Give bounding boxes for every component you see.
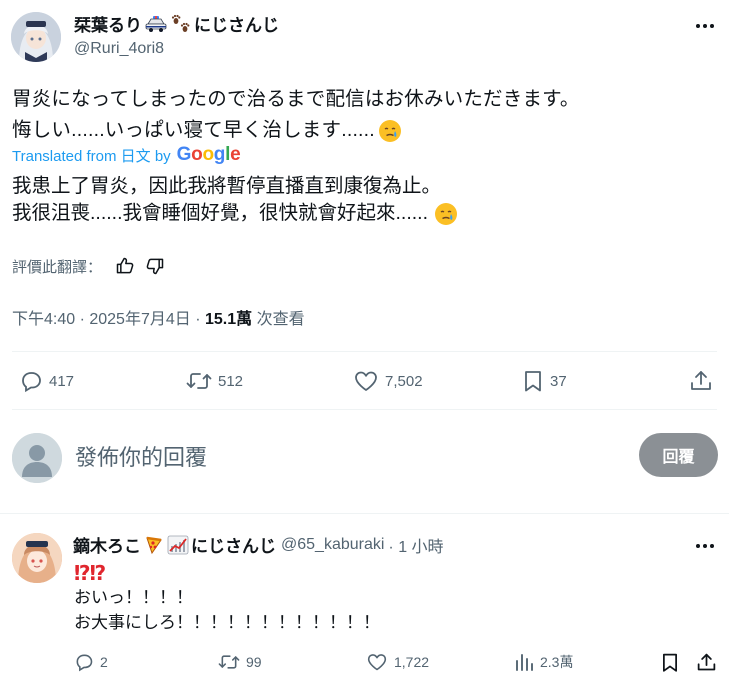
views-label: 次查看: [252, 311, 305, 328]
translated-text-line: 我很沮喪......我會睡個好覺，很快就會好起來......: [12, 202, 429, 224]
share-action[interactable]: [689, 369, 713, 393]
author-avatar[interactable]: [11, 12, 61, 62]
thumbs-down-icon[interactable]: [144, 255, 166, 277]
reply-button[interactable]: 回覆: [639, 433, 718, 477]
exclamation-question-emoji: ⁉⁉: [74, 563, 106, 585]
reply-header: 鏑木ろこ にじさんじ @65_kaburaki · 1 小時: [73, 532, 444, 557]
reply-retweet-action[interactable]: 99: [218, 652, 262, 672]
reply-text-line: おいっ！！！！: [74, 588, 193, 607]
author-handle[interactable]: @Ruri_4ori8: [74, 40, 164, 58]
like-action[interactable]: 7,502: [353, 369, 423, 393]
author-display-name[interactable]: 栞葉るり: [74, 11, 142, 36]
share-icon: [689, 369, 713, 393]
heart-icon: [353, 369, 379, 393]
tweet-meta: 下午4:40 · 2025年7月4日 · 15.1萬 次查看: [12, 305, 305, 329]
share-icon: [696, 652, 717, 673]
views-count[interactable]: 15.1萬: [205, 311, 252, 328]
reply-input[interactable]: 發佈你的回覆: [75, 440, 207, 472]
bookmark-action[interactable]: 37: [522, 369, 567, 393]
reply-timestamp[interactable]: · 1 小時: [388, 533, 443, 557]
views-chart-icon: [514, 652, 534, 672]
bookmark-count: 37: [550, 372, 567, 390]
reply-action[interactable]: 417: [19, 369, 74, 393]
reply-reply-count: 2: [100, 654, 108, 670]
reply-retweet-count: 99: [246, 654, 262, 670]
reply-author-name-line[interactable]: 鏑木ろこ にじさんじ: [73, 532, 276, 557]
retweet-action[interactable]: 512: [186, 369, 243, 393]
divider: [12, 409, 717, 410]
retweet-count: 512: [218, 372, 244, 390]
reply-text-line: お大事にしろ！！！！！！！！！！！！: [74, 613, 380, 632]
divider: [12, 351, 717, 352]
translated-from-label[interactable]: Translated from 日文 by: [12, 145, 171, 166]
reply-share-action[interactable]: [696, 652, 717, 673]
bookmark-icon: [522, 369, 544, 393]
reply-author-display-name[interactable]: 鏑木ろこ: [73, 532, 141, 557]
divider: [0, 513, 729, 514]
thumbs-up-icon[interactable]: [114, 255, 136, 277]
reply-author-avatar[interactable]: [12, 533, 62, 583]
reply-like-count: 1,722: [394, 654, 430, 670]
paw-prints-emoji-icon: [170, 14, 192, 34]
author-name-line[interactable]: 栞葉るり にじさんじ: [74, 11, 279, 36]
tweet-text-line: 悔しい......いっぱい寝て早く治します......: [12, 119, 375, 141]
crying-face-emoji-icon: [434, 202, 458, 226]
rate-translation-label: 評價此翻譯：: [12, 258, 103, 276]
tweet-text-line: 胃炎になってしまったので治るまで配信はお休みいただきます。: [12, 88, 580, 110]
translation-attribution[interactable]: Translated from 日文 by Google: [12, 144, 241, 166]
reply-reply-action[interactable]: 2: [74, 652, 108, 672]
chart-increasing-emoji-icon: [167, 535, 189, 555]
reply-bookmark-action[interactable]: [660, 652, 680, 673]
more-options-icon[interactable]: [693, 14, 717, 38]
crying-face-emoji-icon: [378, 119, 402, 143]
reply-more-options-icon[interactable]: [693, 534, 717, 558]
tweet-text: 胃炎になってしまったので治るまで配信はお休みいただきます。 悔しい......い…: [12, 84, 580, 146]
reply-author-handle[interactable]: @65_kaburaki: [281, 536, 384, 554]
my-avatar[interactable]: [12, 433, 62, 483]
rate-translation: 評價此翻譯：: [12, 255, 166, 277]
reply-count: 417: [49, 372, 75, 390]
reply-like-action[interactable]: 1,722: [366, 652, 429, 672]
google-logo: Google: [176, 144, 241, 165]
retweet-icon: [186, 369, 212, 393]
reply-text: おいっ！！！！ お大事にしろ！！！！！！！！！！！！: [74, 585, 380, 635]
translated-text: 我患上了胃炎，因此我將暫停直播直到康復為止。 我很沮喪......我會睡個好覺，…: [12, 173, 458, 227]
reply-author-name-suffix[interactable]: にじさんじ: [191, 532, 276, 557]
reply-icon: [19, 369, 43, 393]
tweet-timestamp[interactable]: 下午4:40 · 2025年7月4日 ·: [12, 311, 205, 328]
heart-icon: [366, 652, 388, 672]
reply-views-count: 2.3萬: [540, 654, 574, 670]
retweet-icon: [218, 652, 240, 672]
police-car-emoji-icon: [145, 14, 167, 34]
pizza-emoji-icon: [144, 535, 164, 555]
author-name-suffix[interactable]: にじさんじ: [194, 11, 279, 36]
like-count: 7,502: [385, 372, 423, 390]
translated-text-line: 我患上了胃炎，因此我將暫停直播直到康復為止。: [12, 175, 442, 197]
bookmark-icon: [660, 652, 680, 673]
reply-views-action[interactable]: 2.3萬: [514, 652, 573, 672]
reply-icon: [74, 652, 94, 672]
